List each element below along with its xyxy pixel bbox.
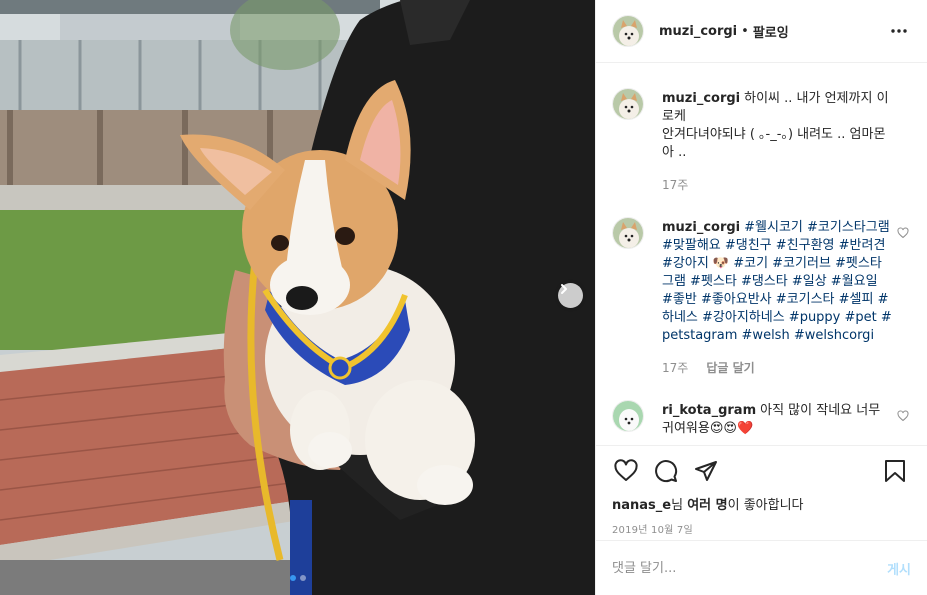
liked-by-username[interactable]: nanas_e [612, 498, 671, 513]
like-button[interactable] [606, 451, 646, 491]
avatar[interactable] [612, 15, 644, 47]
likes-middle-text: 님 [671, 498, 688, 513]
hashtag-text[interactable]: #웰시코기 #코기스타그램 #맞팔해요 #댕친구 #친구환영 #반려견 #강아지… [662, 220, 894, 343]
post-photo [0, 0, 595, 595]
likes-suffix-text: 이 좋아합니다 [727, 498, 804, 513]
following-button[interactable]: 팔로잉 [753, 22, 789, 41]
more-horizontal-icon [891, 29, 907, 33]
share-paper-plane-icon [695, 461, 717, 481]
heart-icon [614, 459, 638, 481]
corgi-avatar-image [613, 16, 643, 46]
liked-by-others[interactable]: 여러 명 [687, 498, 727, 513]
comment-username[interactable]: ri_kota_gram [662, 403, 756, 418]
corgi-avatar-image [613, 89, 643, 119]
likes-summary: nanas_e님 여러 명이 좋아합니다 [596, 494, 927, 513]
corgi-puppy-photo [0, 0, 595, 595]
like-comment-heart-icon[interactable] [897, 410, 909, 422]
like-comment-heart-icon[interactable] [897, 227, 909, 239]
post-comment-button[interactable]: 게시 [887, 559, 911, 578]
comment-icon [655, 460, 678, 483]
avatar[interactable] [612, 400, 644, 432]
header-username[interactable]: muzi_corgi [659, 24, 737, 39]
post-header: muzi_corgi • 팔로잉 [596, 0, 927, 63]
comment-time[interactable]: 17주 [662, 176, 688, 193]
avatar[interactable] [612, 217, 644, 249]
comments-list: muzi_corgi 하이씨 .. 내가 언제까지 이로케 안겨다녀야되냐 ( ｡… [596, 64, 927, 445]
comment-time[interactable]: 17주 [662, 359, 688, 376]
carousel-dot [299, 575, 306, 581]
comment-button[interactable] [646, 451, 686, 491]
reply-button[interactable]: 답글 달기 [706, 359, 754, 376]
share-button[interactable] [686, 451, 726, 491]
header-separator: • [741, 23, 749, 39]
save-button[interactable] [875, 451, 915, 491]
chevron-right-icon [561, 284, 567, 294]
post-actions-section: nanas_e님 여러 명이 좋아합니다 2019년 10월 7일 [596, 445, 927, 536]
avatar[interactable] [612, 88, 644, 120]
dog-avatar-image [613, 401, 643, 431]
list-item: ri_kota_gram 아직 많이 작네요 너무 귀여워용😍😍❤️ [612, 400, 911, 438]
next-photo-button[interactable] [558, 283, 583, 308]
comment-username[interactable]: muzi_corgi [662, 91, 740, 106]
comment-input[interactable] [612, 560, 880, 576]
action-bar [596, 446, 927, 496]
bookmark-icon [885, 460, 905, 482]
post-sidebar: muzi_corgi • 팔로잉 muzi_corgi 하이씨 .. 내가 언제까 [595, 0, 927, 595]
comment-username[interactable]: muzi_corgi [662, 220, 740, 235]
carousel-dot-active [289, 575, 296, 581]
carousel-indicator [0, 575, 595, 581]
list-item: muzi_corgi 하이씨 .. 내가 언제까지 이로케 안겨다녀야되냐 ( ｡… [612, 88, 911, 193]
more-options-button[interactable] [887, 19, 911, 43]
list-item: muzi_corgi #웰시코기 #코기스타그램 #맞팔해요 #댕친구 #친구환영… [612, 217, 911, 376]
corgi-avatar-image [613, 218, 643, 248]
add-comment-bar: 게시 [596, 540, 927, 595]
post-date[interactable]: 2019년 10월 7일 [596, 521, 927, 536]
